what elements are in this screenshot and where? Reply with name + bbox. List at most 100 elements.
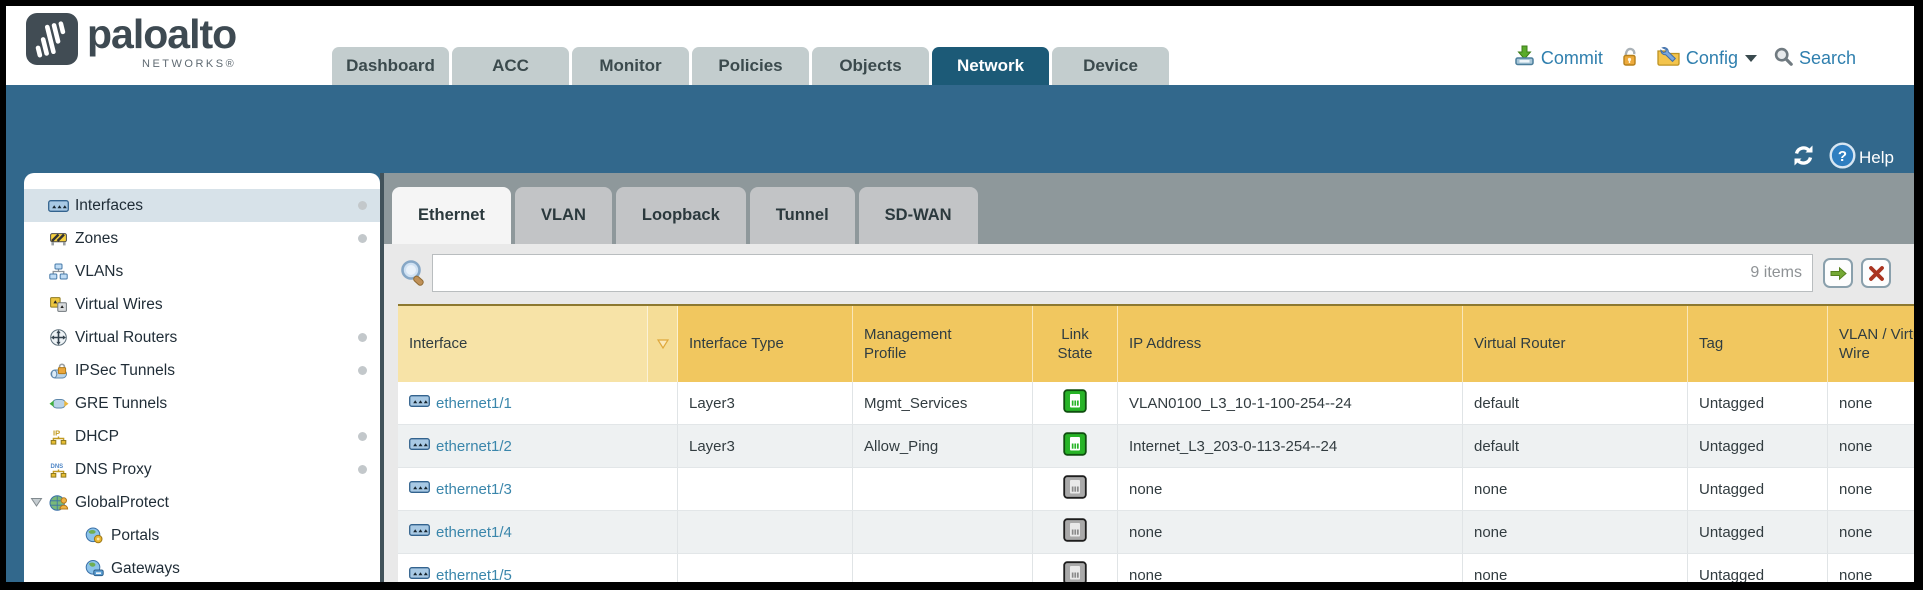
table-header-row: Interface Interface TypeManagement Profil… <box>398 304 1914 382</box>
column-header-label: Link State <box>1045 325 1105 364</box>
config-caret-down-icon[interactable] <box>1745 55 1757 62</box>
management-profile-cell <box>853 511 1033 553</box>
filter-bar: 9 items <box>398 253 1900 293</box>
sidebar-item-label: Interfaces <box>75 197 358 215</box>
sidebar-item-virtual-wires[interactable]: Virtual Wires <box>24 288 380 321</box>
link-state-down-icon[interactable] <box>1063 475 1087 503</box>
interface-link[interactable]: ethernet1/5 <box>436 567 512 583</box>
sidebar-item-gateways[interactable]: Gateways <box>24 552 380 582</box>
clear-filter-button[interactable] <box>1861 258 1891 288</box>
help-label: Help <box>1859 148 1894 168</box>
vlan-virtual-wire-cell: none <box>1828 425 1914 467</box>
column-header-tag[interactable]: Tag <box>1688 306 1828 382</box>
main-nav-tabs: DashboardACCMonitorPoliciesObjectsNetwor… <box>332 47 1169 85</box>
nav-tab-dashboard[interactable]: Dashboard <box>332 47 449 85</box>
filter-input[interactable] <box>443 258 1750 288</box>
column-header-interface[interactable]: Interface <box>398 306 648 382</box>
dhcp-icon: IP <box>48 428 69 446</box>
config-menu-button[interactable]: Config <box>1686 48 1738 69</box>
management-profile-cell <box>853 468 1033 510</box>
interface-sort-button[interactable] <box>648 306 678 382</box>
tag-cell: Untagged <box>1688 554 1828 582</box>
commit-button[interactable]: Commit <box>1541 48 1603 69</box>
sidebar-item-virtual-routers[interactable]: Virtual Routers <box>24 321 380 354</box>
sidebar-item-interfaces[interactable]: Interfaces <box>24 189 380 222</box>
virtual-router-cell: default <box>1463 425 1688 467</box>
svg-text:?: ? <box>1838 148 1847 165</box>
sidebar-item-portals[interactable]: Portals <box>24 519 380 552</box>
interface-type-cell: Layer3 <box>678 382 853 424</box>
column-header-management-profile[interactable]: Management Profile <box>853 306 1033 382</box>
column-header-virtual-router[interactable]: Virtual Router <box>1463 306 1688 382</box>
interface-link[interactable]: ethernet1/2 <box>436 438 512 455</box>
help-button[interactable]: ? Help <box>1829 142 1894 174</box>
content-area: 9 items Interface Interface TypeManagemen… <box>384 244 1914 582</box>
expander-open-icon[interactable] <box>24 497 48 508</box>
sidebar-item-label: GRE Tunnels <box>75 395 380 413</box>
interfaces-table: Interface Interface TypeManagement Profil… <box>398 304 1914 582</box>
ip-address-cell: none <box>1118 554 1463 582</box>
nav-tab-network[interactable]: Network <box>932 47 1049 85</box>
sidebar-item-label: DHCP <box>75 428 358 446</box>
sidebar-item-label: IPSec Tunnels <box>75 362 358 380</box>
link-state-cell <box>1033 511 1118 553</box>
tag-cell: Untagged <box>1688 382 1828 424</box>
virtual-wires-icon <box>48 296 69 313</box>
virtual-router-cell: none <box>1463 554 1688 582</box>
interface-cell: ethernet1/5 <box>398 554 678 582</box>
apply-filter-button[interactable] <box>1823 258 1853 288</box>
unsaved-changes-dot <box>358 201 367 210</box>
virtual-router-cell: none <box>1463 468 1688 510</box>
subtab-ethernet[interactable]: Ethernet <box>392 187 511 244</box>
sidebar-item-ipsec-tunnels[interactable]: IPSec Tunnels <box>24 354 380 387</box>
sidebar-item-vlans[interactable]: VLANs <box>24 255 380 288</box>
ethernet-interface-icon <box>409 566 430 582</box>
subtab-vlan[interactable]: VLAN <box>515 187 612 244</box>
sidebar-item-label: DNS Proxy <box>75 461 358 479</box>
nav-tab-acc[interactable]: ACC <box>452 47 569 85</box>
link-state-up-icon[interactable] <box>1063 432 1087 460</box>
subtab-sd-wan[interactable]: SD-WAN <box>859 187 978 244</box>
sidebar-item-label: Virtual Wires <box>75 296 380 314</box>
nav-tab-objects[interactable]: Objects <box>812 47 929 85</box>
search-button[interactable]: Search <box>1799 48 1856 69</box>
management-profile-cell <box>853 554 1033 582</box>
ip-address-cell: VLAN0100_L3_10-1-100-254--24 <box>1118 382 1463 424</box>
column-header-interface-type[interactable]: Interface Type <box>678 306 853 382</box>
unsaved-changes-dot <box>358 234 367 243</box>
ethernet-interface-icon <box>409 394 430 412</box>
column-header-vlan-virtual-wire[interactable]: VLAN / Virtual Wire <box>1828 306 1914 382</box>
sidebar-item-label: Virtual Routers <box>75 329 358 347</box>
interface-type-cell <box>678 468 853 510</box>
interface-cell: ethernet1/3 <box>398 468 678 510</box>
nav-tab-device[interactable]: Device <box>1052 47 1169 85</box>
sidebar-item-dhcp[interactable]: IP DHCP <box>24 420 380 453</box>
subtab-loopback[interactable]: Loopback <box>616 187 746 244</box>
column-header-ip-address[interactable]: IP Address <box>1118 306 1463 382</box>
link-state-up-icon[interactable] <box>1063 389 1087 417</box>
nav-tab-policies[interactable]: Policies <box>692 47 809 85</box>
vlan-virtual-wire-cell: none <box>1828 468 1914 510</box>
subtab-tunnel[interactable]: Tunnel <box>750 187 855 244</box>
ip-address-cell: Internet_L3_203-0-113-254--24 <box>1118 425 1463 467</box>
interface-link[interactable]: ethernet1/1 <box>436 395 512 412</box>
gateways-icon <box>84 560 105 577</box>
sidebar-item-label: Zones <box>75 230 358 248</box>
nav-tab-monitor[interactable]: Monitor <box>572 47 689 85</box>
link-state-down-icon[interactable] <box>1063 518 1087 546</box>
sidebar-item-globalprotect[interactable]: GlobalProtect <box>24 486 380 519</box>
unsaved-changes-dot <box>358 366 367 375</box>
table-row: ethernet1/5nonenoneUntaggednone <box>398 554 1914 582</box>
interface-link[interactable]: ethernet1/3 <box>436 481 512 498</box>
sidebar-item-dns-proxy[interactable]: DNSDNS Proxy <box>24 453 380 486</box>
refresh-icon[interactable] <box>1790 143 1817 173</box>
link-state-cell <box>1033 554 1118 582</box>
interface-link[interactable]: ethernet1/4 <box>436 524 512 541</box>
tag-cell: Untagged <box>1688 425 1828 467</box>
column-header-link-state[interactable]: Link State <box>1033 306 1118 382</box>
link-state-down-icon[interactable] <box>1063 561 1087 582</box>
ethernet-interface-icon <box>409 480 430 498</box>
sidebar-item-gre-tunnels[interactable]: GRE Tunnels <box>24 387 380 420</box>
lock-icon[interactable] <box>1619 46 1640 72</box>
sidebar-item-zones[interactable]: Zones <box>24 222 380 255</box>
